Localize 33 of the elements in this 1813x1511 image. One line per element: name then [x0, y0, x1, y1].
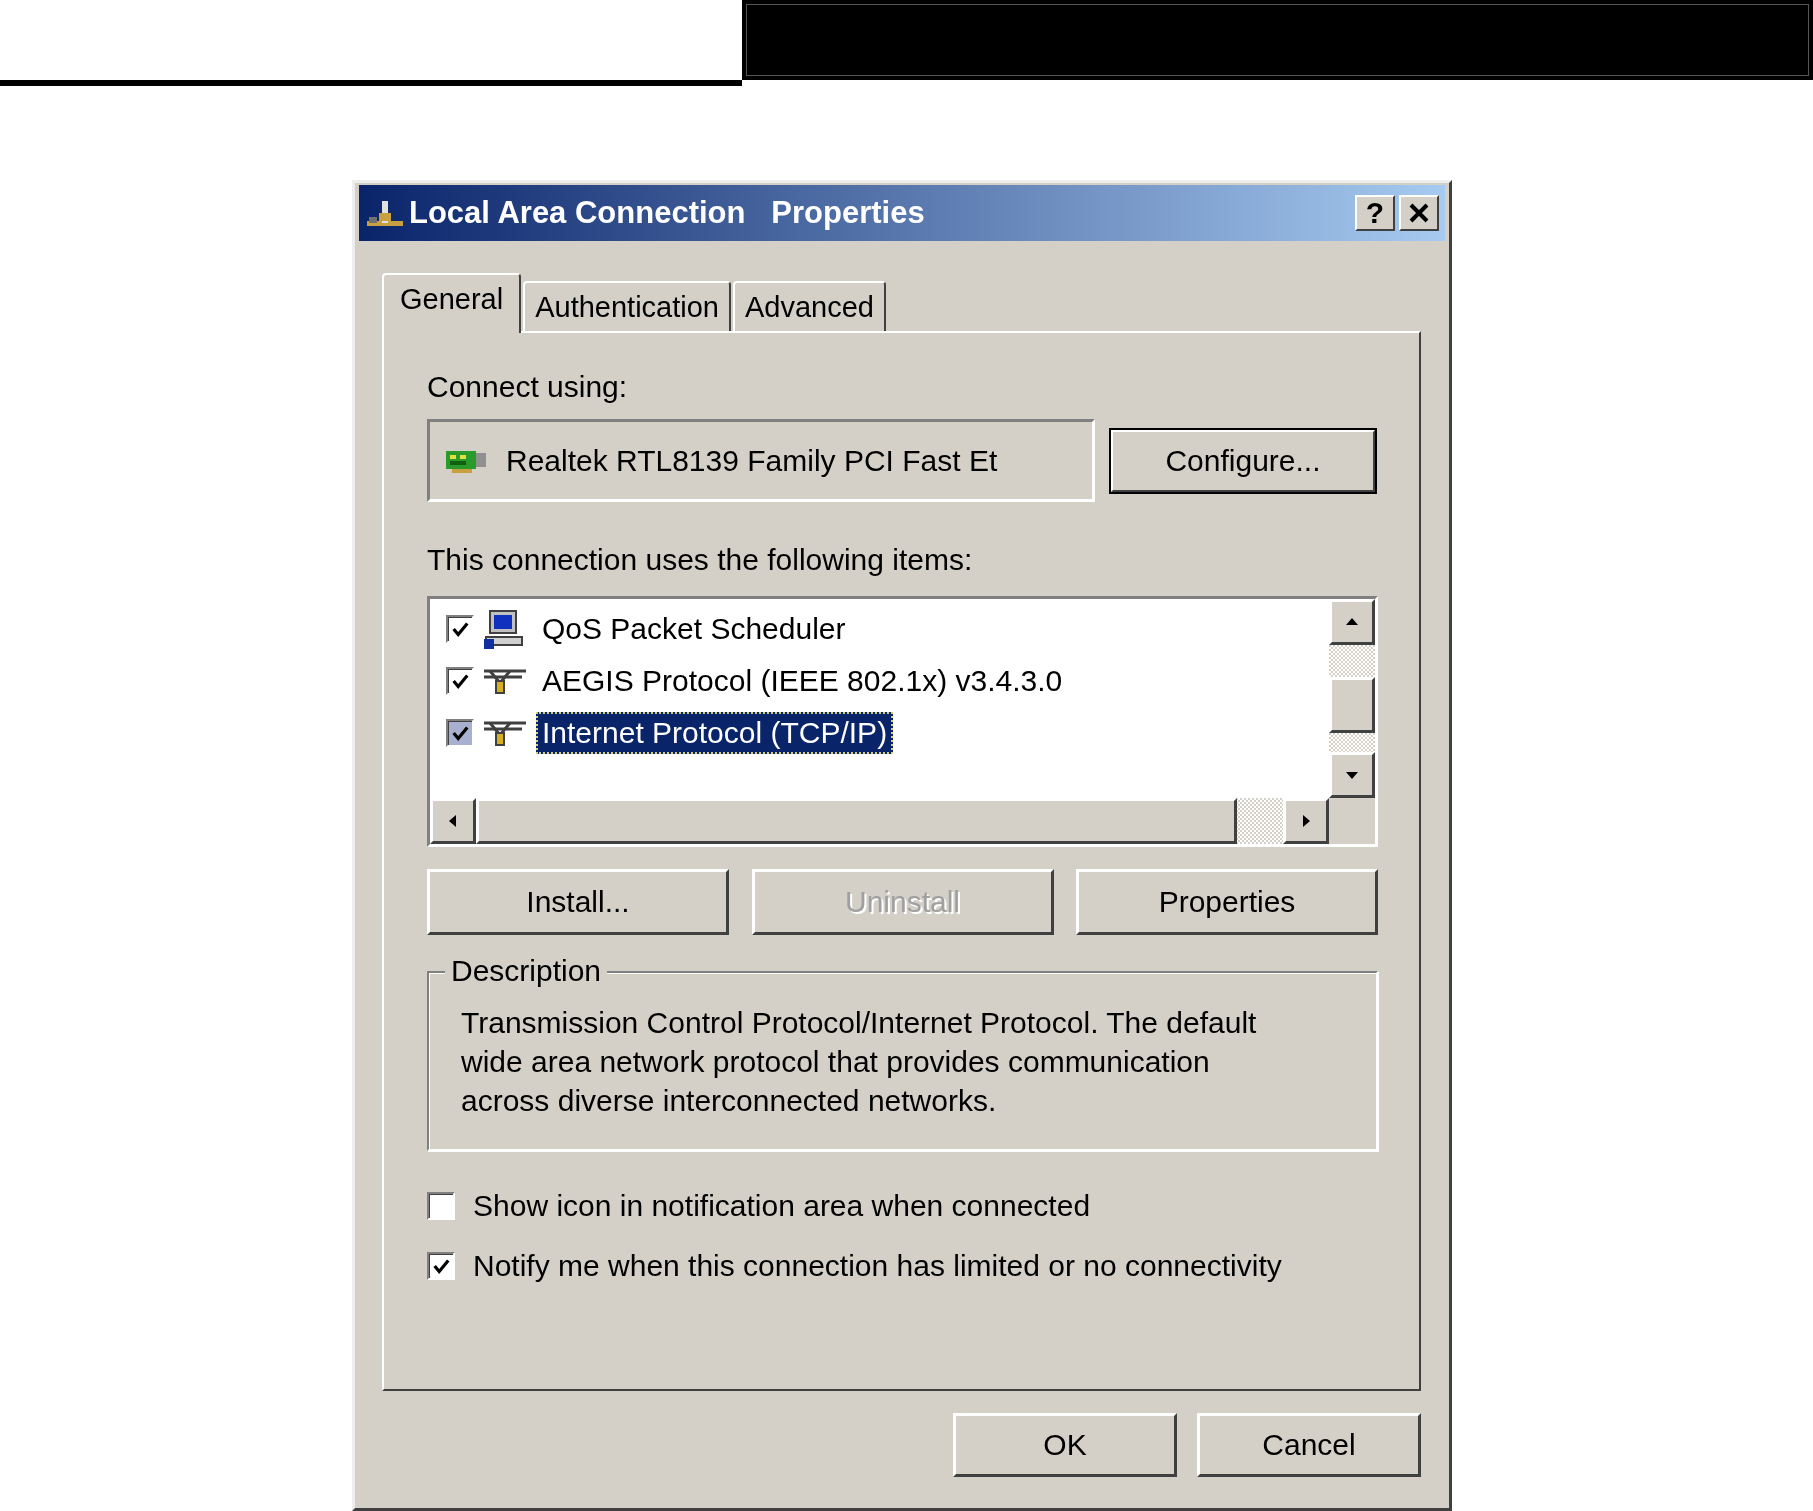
help-button[interactable]: ?	[1355, 195, 1395, 231]
list-item[interactable]: Internet Protocol (TCP/IP)	[536, 712, 894, 754]
list-item[interactable]: QoS Packet Scheduler	[536, 608, 852, 650]
tab[interactable]: Authentication	[523, 281, 731, 331]
scroll-right-button[interactable]	[1283, 798, 1329, 844]
close-icon	[1408, 202, 1430, 224]
vertical-scrollbar[interactable]	[1329, 599, 1375, 798]
checkbox[interactable]	[427, 1192, 455, 1220]
checkbox[interactable]	[446, 719, 474, 747]
adapter-name: Realtek RTL8139 Family PCI Fast Et	[506, 443, 998, 478]
scroll-down-button[interactable]	[1329, 752, 1375, 798]
dialog-button[interactable]: Cancel	[1197, 1413, 1421, 1477]
checkbox[interactable]	[427, 1252, 455, 1280]
scroll-up-button[interactable]	[1329, 599, 1375, 645]
tab[interactable]: Advanced	[733, 281, 886, 331]
checkbox-label: Show icon in notification area when connected	[473, 1189, 1091, 1223]
action-button[interactable]: Properties	[1076, 869, 1378, 935]
scroll-left-button[interactable]	[430, 798, 476, 844]
dialog-button[interactable]: OK	[953, 1413, 1177, 1477]
scroll-thumb[interactable]	[1329, 677, 1375, 733]
checkbox-label: Notify me when this connection has limited or no connectivity	[473, 1249, 1282, 1283]
tab[interactable]: General	[382, 273, 522, 333]
close-button[interactable]	[1399, 195, 1439, 231]
window-title: Local Area Connection Properties	[409, 195, 926, 231]
scrollbar-corner	[1329, 798, 1375, 844]
horizontal-scrollbar[interactable]	[430, 798, 1329, 844]
description-text: Transmission Control Protocol/Internet Protocol. The default wide area network protocol that provides communication across diverse interconnected networks.	[461, 1005, 1258, 1119]
field-label: This connection uses the following items:	[427, 542, 974, 578]
configure-button[interactable]: Configure...	[1110, 428, 1376, 493]
list-item[interactable]: AEGIS Protocol (IEEE 802.1x) v3.4.3.0	[536, 660, 1069, 702]
field-label: Connect using:	[427, 369, 629, 405]
scroll-thumb[interactable]	[476, 798, 1237, 844]
action-button[interactable]: Install...	[427, 869, 729, 935]
